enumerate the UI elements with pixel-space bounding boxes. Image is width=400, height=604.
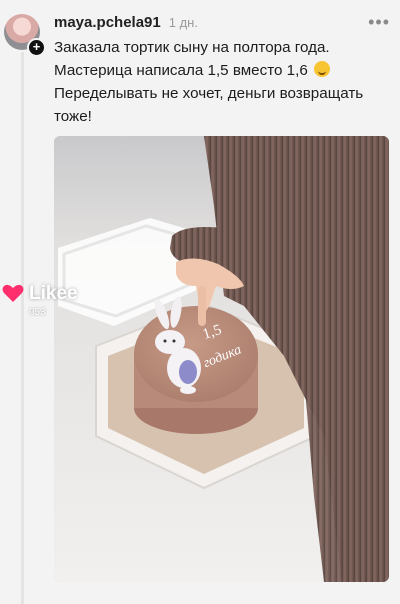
- thread-line: [21, 52, 24, 604]
- username[interactable]: maya.pchela91: [54, 14, 161, 31]
- post-photo[interactable]: 1,5 годика: [54, 136, 389, 582]
- cake-photo-illustration: 1,5 годика: [54, 136, 389, 582]
- post-text-line: Переделывать не хочет, деньги возвращать: [54, 85, 364, 102]
- grin-sweat-emoji-icon: [314, 61, 331, 77]
- post-text-line: тоже!: [54, 108, 92, 125]
- post-text-line: Мастерица написала 1,5 вместо 1,6: [54, 59, 390, 82]
- post-text: Заказала тортик сыну на полтора года. Ма…: [54, 36, 390, 128]
- watermark-id: 953: [29, 307, 46, 318]
- post-time: 1 дн.: [168, 14, 198, 30]
- more-options-icon[interactable]: •••: [368, 13, 390, 31]
- heart-icon: [2, 284, 24, 302]
- add-friend-icon[interactable]: +: [27, 38, 46, 57]
- post-header: maya.pchela91 1 дн. •••: [54, 12, 390, 32]
- likee-watermark: Likee 953: [0, 281, 80, 323]
- watermark-brand: Likee: [29, 283, 78, 304]
- post-text-line: Заказала тортик сыну на полтора года.: [54, 39, 330, 56]
